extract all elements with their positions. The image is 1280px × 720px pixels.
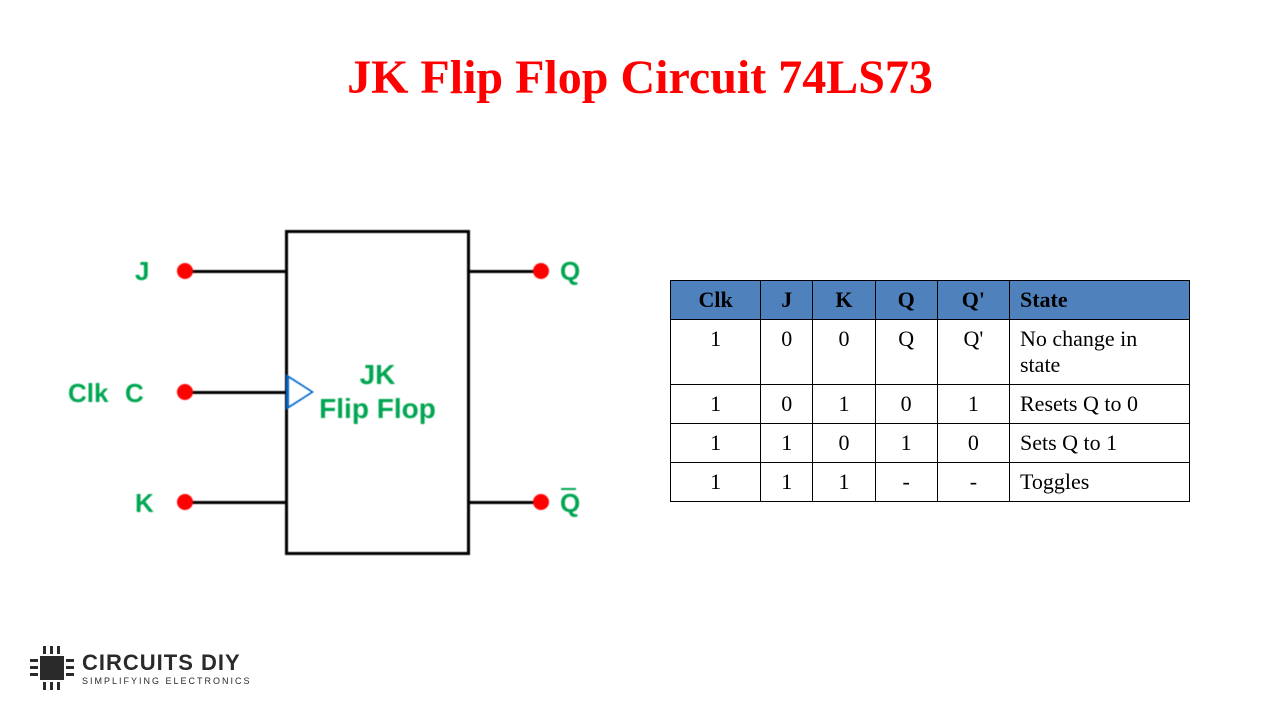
cell: 1 — [813, 463, 875, 502]
content-row: JK Flip Flop J Clk C K Q Q Clk J K — [30, 230, 1250, 580]
cell: 1 — [761, 424, 813, 463]
th-qp: Q' — [937, 281, 1009, 320]
table-row: 1 1 0 1 0 Sets Q to 1 — [671, 424, 1190, 463]
cell: 0 — [875, 385, 937, 424]
chip-icon — [30, 646, 74, 690]
cell-state: No change in state — [1010, 320, 1190, 385]
cell: 0 — [813, 320, 875, 385]
page-title: JK Flip Flop Circuit 74LS73 — [0, 0, 1280, 105]
wire-q — [470, 270, 540, 273]
jk-circuit-diagram: JK Flip Flop J Clk C K Q Q — [30, 230, 590, 580]
cell: 0 — [761, 320, 813, 385]
wire-c — [185, 391, 285, 394]
cell: 1 — [875, 424, 937, 463]
block-label-line2: Flip Flop — [319, 393, 436, 424]
th-state: State — [1010, 281, 1190, 320]
cell: 1 — [671, 385, 761, 424]
terminal-qbar — [533, 494, 549, 510]
cell: 0 — [761, 385, 813, 424]
cell: 1 — [671, 424, 761, 463]
cell: 1 — [671, 320, 761, 385]
th-q: Q — [875, 281, 937, 320]
table-row: 1 1 1 - - Toggles — [671, 463, 1190, 502]
wire-qbar — [470, 501, 540, 504]
truth-table: Clk J K Q Q' State 1 0 0 Q Q' No change … — [670, 280, 1190, 502]
cell: 1 — [813, 385, 875, 424]
cell: 1 — [761, 463, 813, 502]
pin-label-j: J — [135, 256, 149, 287]
block-label: JK Flip Flop — [288, 358, 467, 425]
logo-sub: SIMPLIFYING ELECTRONICS — [82, 676, 252, 686]
cell: 1 — [937, 385, 1009, 424]
brand-logo: CIRCUITS DIY SIMPLIFYING ELECTRONICS — [30, 646, 252, 690]
table-row: 1 0 1 0 1 Resets Q to 0 — [671, 385, 1190, 424]
table-row: 1 0 0 Q Q' No change in state — [671, 320, 1190, 385]
table-header-row: Clk J K Q Q' State — [671, 281, 1190, 320]
terminal-j — [177, 263, 193, 279]
logo-text: CIRCUITS DIY SIMPLIFYING ELECTRONICS — [82, 650, 252, 686]
pin-label-clk: Clk — [68, 378, 108, 409]
cell-state: Sets Q to 1 — [1010, 424, 1190, 463]
cell: 1 — [671, 463, 761, 502]
cell: - — [937, 463, 1009, 502]
cell: Q — [875, 320, 937, 385]
terminal-k — [177, 494, 193, 510]
block-label-line1: JK — [360, 359, 396, 390]
cell-state: Resets Q to 0 — [1010, 385, 1190, 424]
wire-j — [185, 270, 285, 273]
pin-label-qbar: Q — [560, 488, 580, 519]
pin-label-c: C — [125, 378, 144, 409]
cell-state: Toggles — [1010, 463, 1190, 502]
clock-triangle-icon — [286, 374, 314, 410]
terminal-c — [177, 384, 193, 400]
qbar-overline-icon — [561, 488, 576, 490]
logo-main: CIRCUITS DIY — [82, 650, 252, 676]
terminal-q — [533, 263, 549, 279]
wire-k — [185, 501, 285, 504]
th-clk: Clk — [671, 281, 761, 320]
truth-table-wrap: Clk J K Q Q' State 1 0 0 Q Q' No change … — [670, 230, 1250, 580]
th-k: K — [813, 281, 875, 320]
pin-label-k: K — [135, 488, 154, 519]
cell: 0 — [813, 424, 875, 463]
th-j: J — [761, 281, 813, 320]
pin-label-q: Q — [560, 256, 580, 287]
cell: Q' — [937, 320, 1009, 385]
cell: 0 — [937, 424, 1009, 463]
cell: - — [875, 463, 937, 502]
